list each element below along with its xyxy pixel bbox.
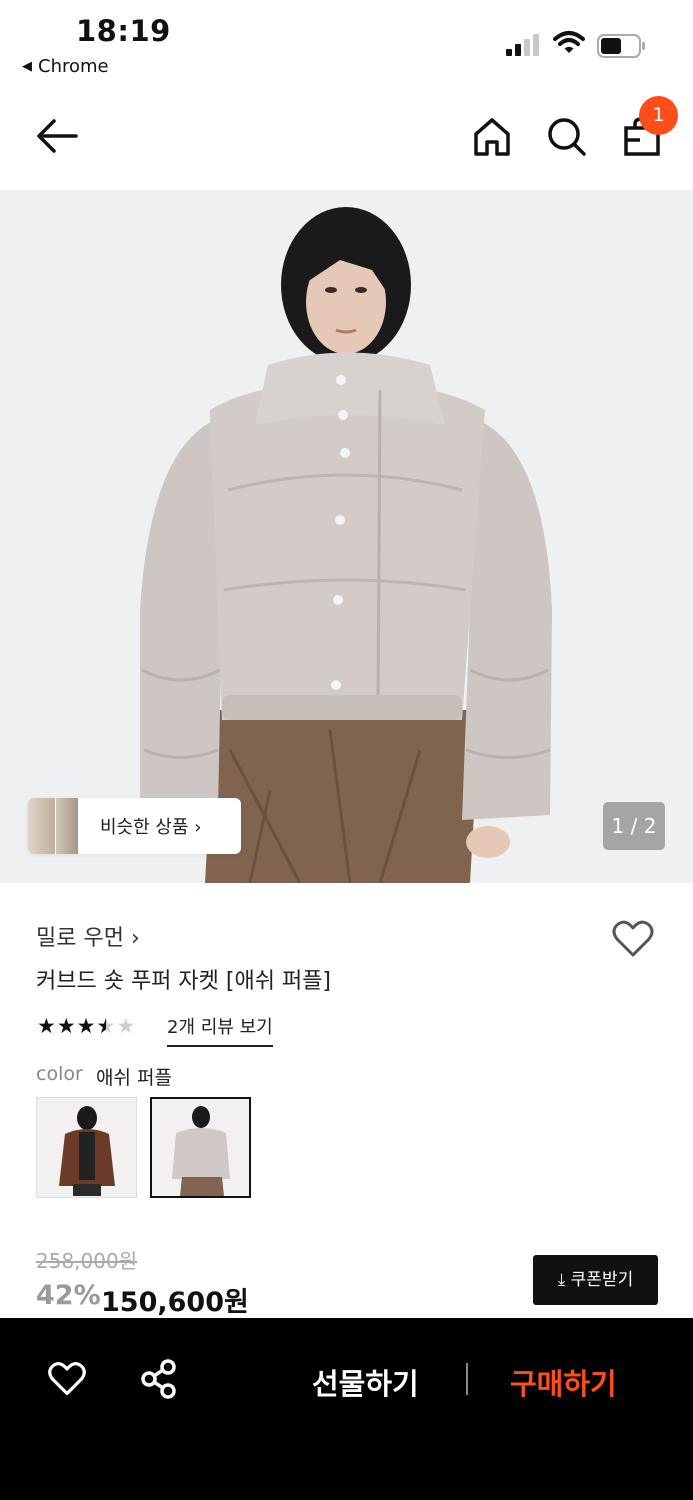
star-icon: ★ [116,1014,137,1038]
back-arrow-icon [37,119,78,153]
back-arrow-button[interactable] [34,116,80,160]
sale-price: 150,600원 [101,1287,249,1318]
similar-products-label: 비슷한 상품 › [100,817,202,838]
home-button[interactable] [472,116,512,162]
wifi-icon [553,30,585,60]
original-price: 258,000원 [36,1249,138,1273]
product-title: 커브드 숏 푸퍼 자켓 [애쉬 퍼플] [36,969,332,994]
star-icon: ★ [56,1014,77,1038]
heart-icon [612,920,654,957]
share-icon [141,1359,176,1399]
swatch-brown-image [37,1098,136,1197]
buy-button[interactable]: 구매하기 [510,1361,617,1403]
cart-badge: 1 [639,96,678,135]
color-value: 애쉬 퍼플 [96,1067,172,1089]
half-star-icon: ★ [96,1014,117,1038]
search-icon [548,118,586,156]
star-rating: ★★★★★ [37,1014,136,1038]
star-icon: ★ [76,1014,97,1038]
coupon-button[interactable]: ⤓ 쿠폰받기 [533,1255,658,1305]
share-button[interactable] [139,1358,179,1404]
divider [466,1363,468,1395]
back-app-label: Chrome [38,56,109,77]
search-button[interactable] [546,116,588,162]
wishlist-button[interactable] [611,919,655,963]
swatch-ash-purple-image [152,1099,249,1196]
color-label: color [36,1063,83,1085]
heart-icon [48,1362,86,1396]
back-to-app-button[interactable]: ◀ Chrome [22,56,109,77]
similar-thumbnail [56,798,78,854]
gift-button[interactable]: 선물하기 [312,1361,419,1403]
star-icon: ★ [37,1014,57,1038]
product-photo-illustration [0,190,693,883]
home-icon [474,118,510,156]
similar-products-button[interactable]: 비슷한 상품 › [28,798,241,854]
cellular-signal-icon [506,33,542,61]
review-link[interactable]: 2개 리뷰 보기 [167,1013,273,1047]
bottom-wishlist-button[interactable] [47,1360,87,1402]
color-swatch-brown[interactable] [36,1097,137,1198]
color-swatch-ash-purple[interactable] [150,1097,251,1198]
discount-rate: 42% [36,1280,101,1311]
battery-icon [597,34,647,62]
similar-thumbnail [28,798,55,854]
status-time: 18:19 [76,14,171,48]
bottom-action-bar [0,1318,693,1500]
back-triangle-icon: ◀ [22,59,32,74]
image-counter: 1 / 2 [603,802,665,850]
product-image[interactable] [0,190,693,883]
brand-link[interactable]: 밀로 우먼 › [36,920,140,952]
